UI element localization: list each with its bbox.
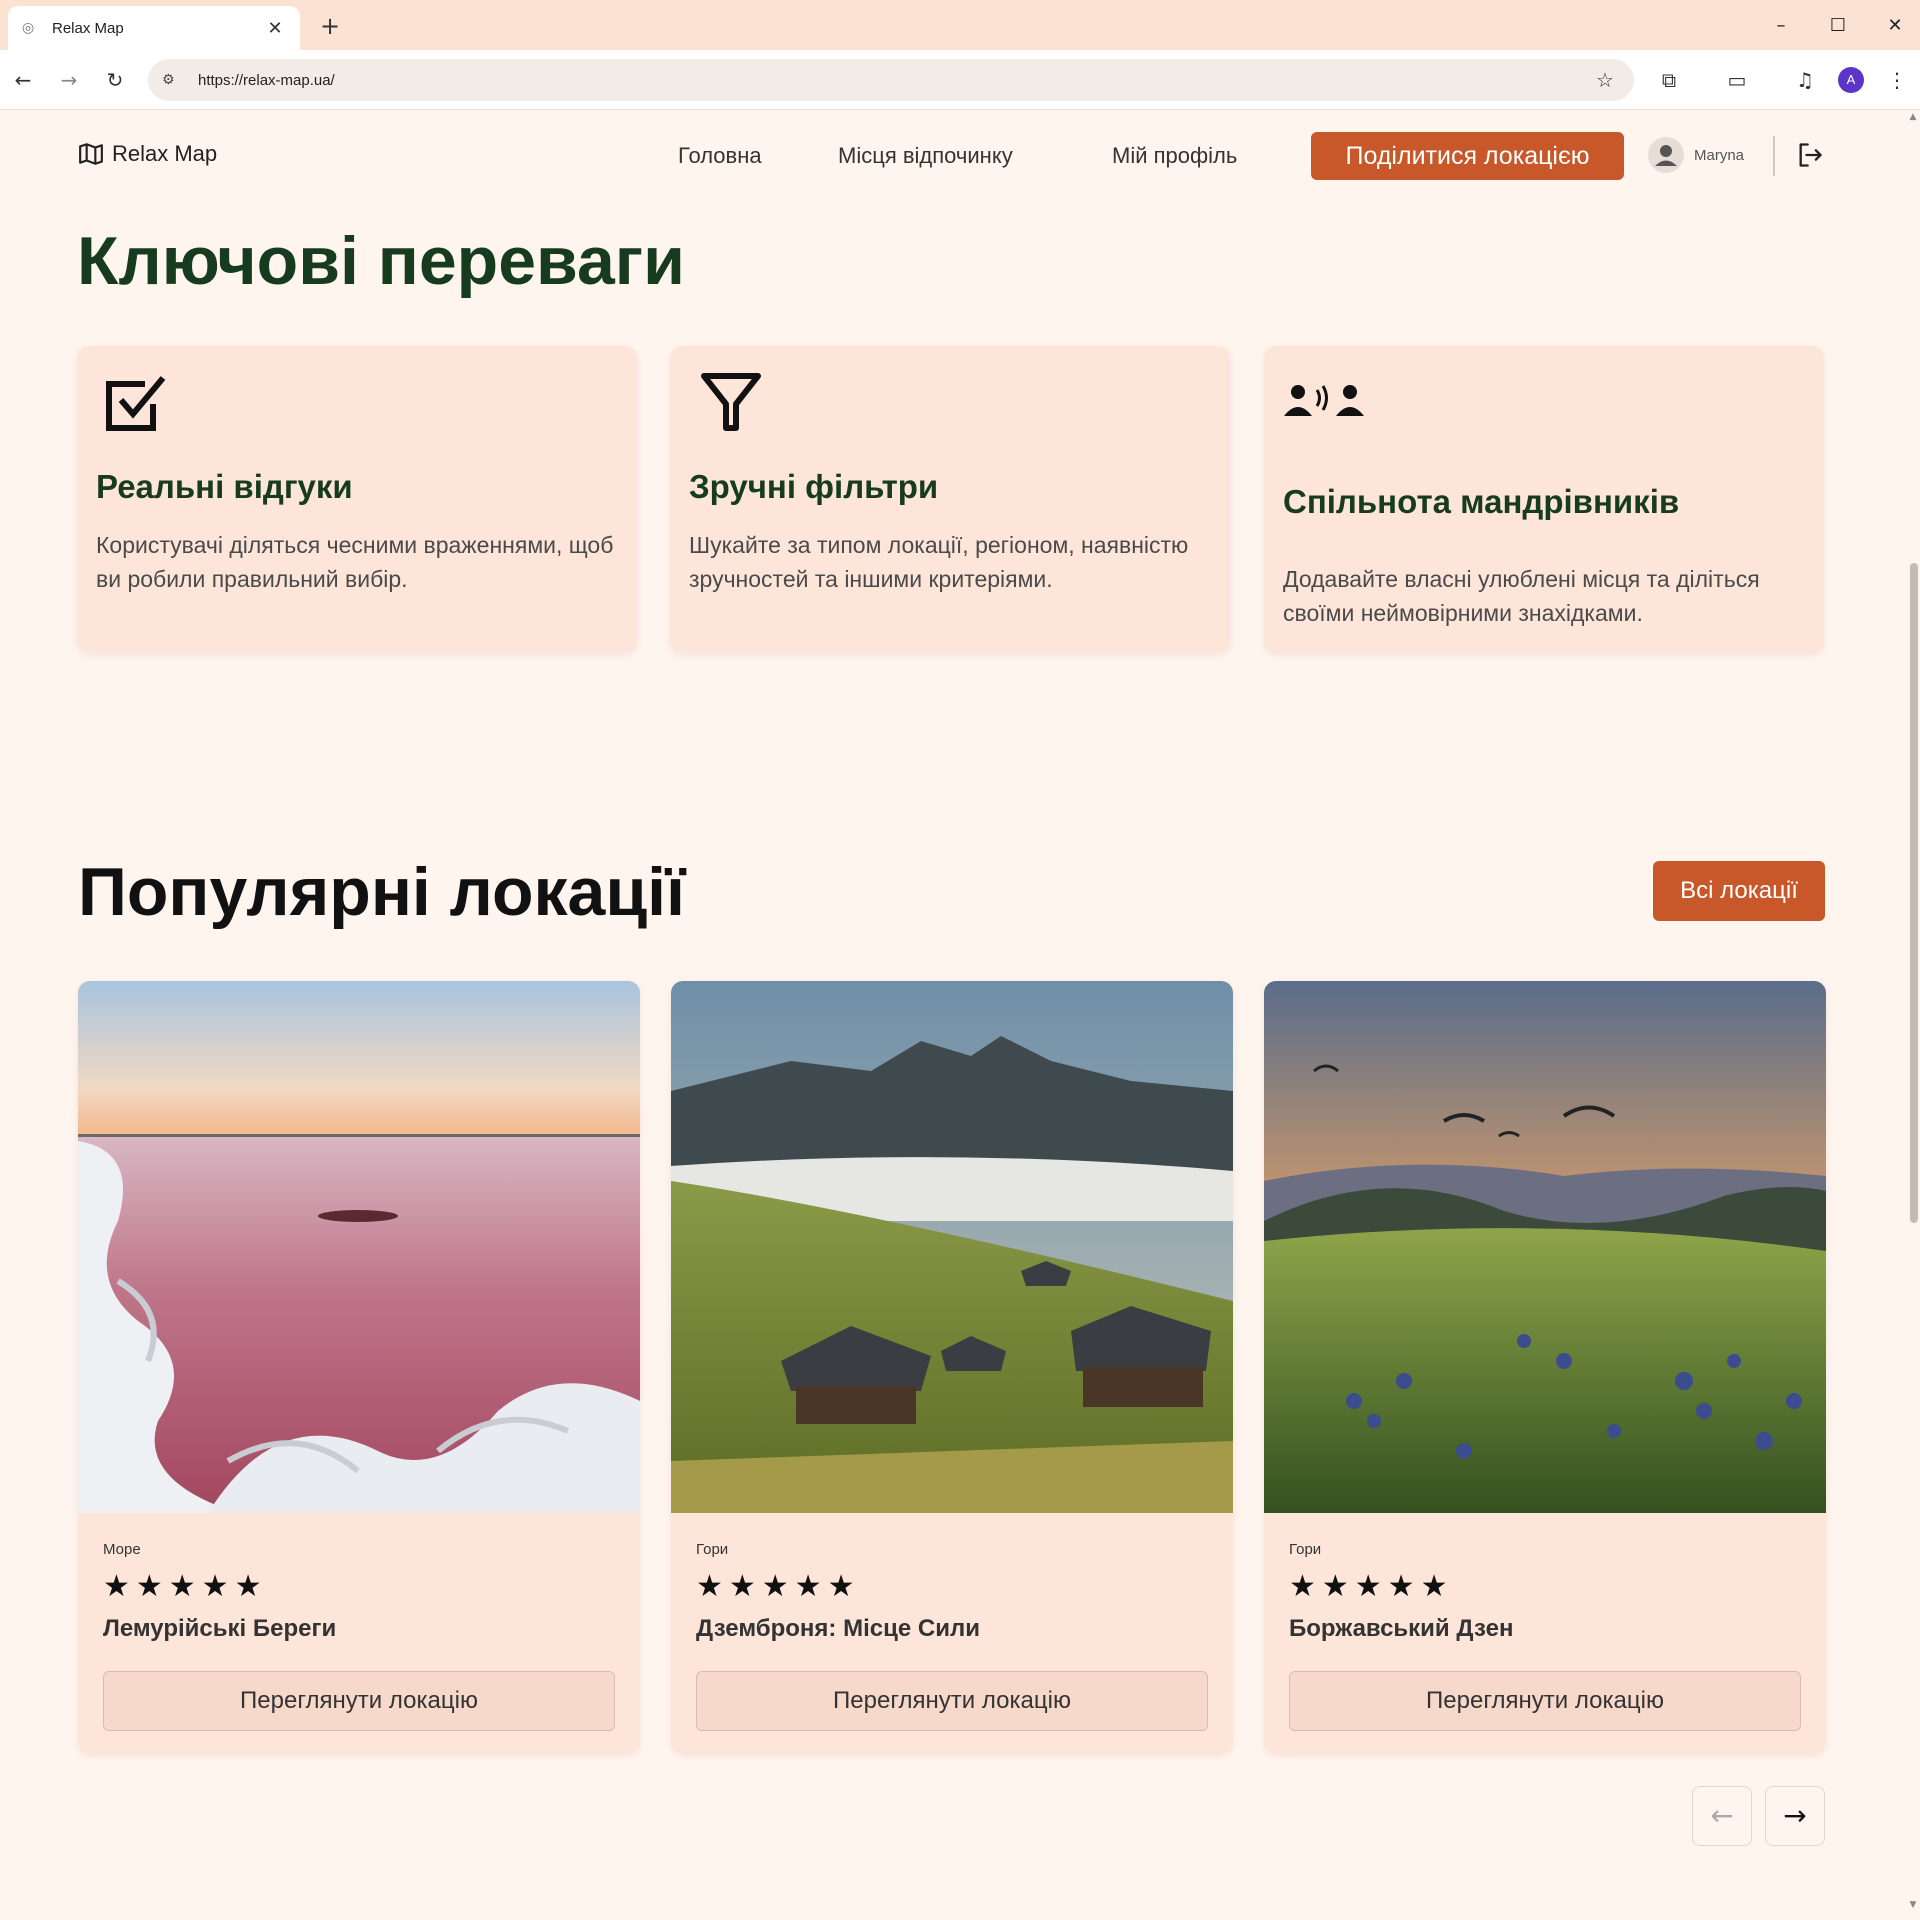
back-icon[interactable]: ← [8, 65, 38, 95]
rating-stars: ★★★★★ [1289, 1569, 1454, 1604]
advantage-card-community: Спільнота мандрівників Додавайте власні … [1264, 346, 1824, 652]
minimize-icon[interactable]: – [1766, 12, 1796, 40]
site-favicon-icon: ◎ [22, 20, 35, 36]
extensions-icon[interactable]: ⧉ [1654, 65, 1684, 95]
logo-text: Relax Map [112, 141, 218, 166]
location-card[interactable]: Гори ★★★★★ Боржавський Дзен Переглянути … [1264, 981, 1826, 1753]
map-icon [79, 143, 103, 165]
arrow-right-icon: → [1783, 1799, 1807, 1832]
bookmark-star-icon[interactable]: ☆ [1590, 68, 1620, 92]
share-location-button[interactable]: Поділитися локацією [1311, 132, 1624, 180]
profile-avatar[interactable]: A [1838, 67, 1864, 93]
location-name[interactable]: Боржавський Дзен [1289, 1615, 1514, 1643]
header-divider [1773, 136, 1775, 176]
advantage-title: Спільнота мандрівників [1283, 483, 1680, 520]
scroll-down-icon[interactable]: ▼ [1906, 1900, 1920, 1914]
user-name[interactable]: Maryna [1694, 147, 1744, 164]
view-location-button[interactable]: Переглянути локацію [696, 1671, 1208, 1731]
carousel-next-button[interactable]: → [1765, 1786, 1825, 1846]
address-bar[interactable]: ⚙ https://relax-map.ua/ ☆ [148, 59, 1634, 101]
tab-title: Relax Map [52, 19, 124, 37]
browser-toolbar: ← → ↻ ⚙ https://relax-map.ua/ ☆ ⧉ ▭ ♫ A … [0, 50, 1920, 110]
browser-tab[interactable]: ◎ Relax Map ✕ [8, 6, 300, 50]
location-card[interactable]: Гори ★★★★★ Дземброня: Місце Сили Перегля… [671, 981, 1233, 1753]
user-avatar[interactable] [1648, 137, 1684, 173]
browser-tab-bar: ◎ Relax Map ✕ + – ☐ ✕ [0, 0, 1920, 50]
close-tab-icon[interactable]: ✕ [264, 18, 286, 39]
view-location-button[interactable]: Переглянути локацію [1289, 1671, 1801, 1731]
advantages-title: Ключові переваги [77, 223, 685, 299]
url-text[interactable]: https://relax-map.ua/ [198, 72, 1590, 89]
site-header: Relax Map Головна Місця відпочинку Мій п… [0, 111, 1906, 201]
location-name[interactable]: Лемурійські Береги [103, 1615, 336, 1643]
advantage-card-filters: Зручні фільтри Шукайте за типом локації,… [670, 346, 1230, 652]
site-logo[interactable]: Relax Map [78, 141, 217, 167]
all-locations-button[interactable]: Всі локації [1653, 861, 1825, 921]
new-tab-icon[interactable]: + [316, 12, 344, 40]
location-category: Гори [1289, 1541, 1322, 1558]
rating-stars: ★★★★★ [103, 1569, 268, 1604]
reload-icon[interactable]: ↻ [100, 65, 130, 95]
nav-profile[interactable]: Мій профіль [1112, 143, 1237, 169]
site-info-icon[interactable]: ⚙ [162, 72, 186, 88]
arrow-left-icon: ← [1710, 1799, 1734, 1832]
scroll-up-icon[interactable]: ▲ [1906, 112, 1920, 126]
community-icon [1284, 385, 1364, 416]
location-photo-meadow-paragliders[interactable] [1264, 981, 1826, 1513]
advantage-card-reviews: Реальні відгуки Користувачі діляться чес… [77, 346, 637, 652]
carousel-prev-button[interactable]: ← [1692, 1786, 1752, 1846]
advantage-desc: Додавайте власні улюблені місця та діліт… [1283, 566, 1760, 626]
advantage-desc: Шукайте за типом локації, регіоном, наяв… [689, 532, 1189, 592]
location-category: Море [103, 1541, 141, 1558]
checkbox-icon [106, 376, 166, 431]
advantage-title: Зручні фільтри [689, 468, 939, 505]
browser-menu-icon[interactable]: ⋮ [1882, 65, 1912, 95]
maximize-icon[interactable]: ☐ [1823, 12, 1853, 40]
view-location-button[interactable]: Переглянути локацію [103, 1671, 615, 1731]
popular-title: Популярні локації [78, 854, 686, 930]
media-control-icon[interactable]: ♫ [1790, 65, 1820, 95]
user-icon [1655, 145, 1677, 166]
rating-stars: ★★★★★ [696, 1569, 861, 1604]
forward-icon[interactable]: → [54, 65, 84, 95]
filter-icon [701, 373, 761, 431]
location-photo-mountain-village[interactable] [671, 981, 1233, 1513]
close-window-icon[interactable]: ✕ [1880, 12, 1910, 40]
nav-places[interactable]: Місця відпочинку [838, 143, 1013, 169]
advantage-desc: Користувачі діляться чесними враженнями,… [96, 532, 614, 592]
advantage-title: Реальні відгуки [96, 468, 353, 505]
nav-home[interactable]: Головна [678, 143, 762, 169]
tab-search-icon[interactable]: ▭ [1722, 65, 1752, 95]
location-card[interactable]: Море ★★★★★ Лемурійські Береги Переглянут… [78, 981, 640, 1753]
location-photo-pink-lake[interactable] [78, 981, 640, 1513]
location-name[interactable]: Дземброня: Місце Сили [696, 1615, 980, 1643]
logout-icon[interactable] [1796, 141, 1824, 169]
location-category: Гори [696, 1541, 729, 1558]
scrollbar-thumb[interactable] [1910, 563, 1918, 1223]
